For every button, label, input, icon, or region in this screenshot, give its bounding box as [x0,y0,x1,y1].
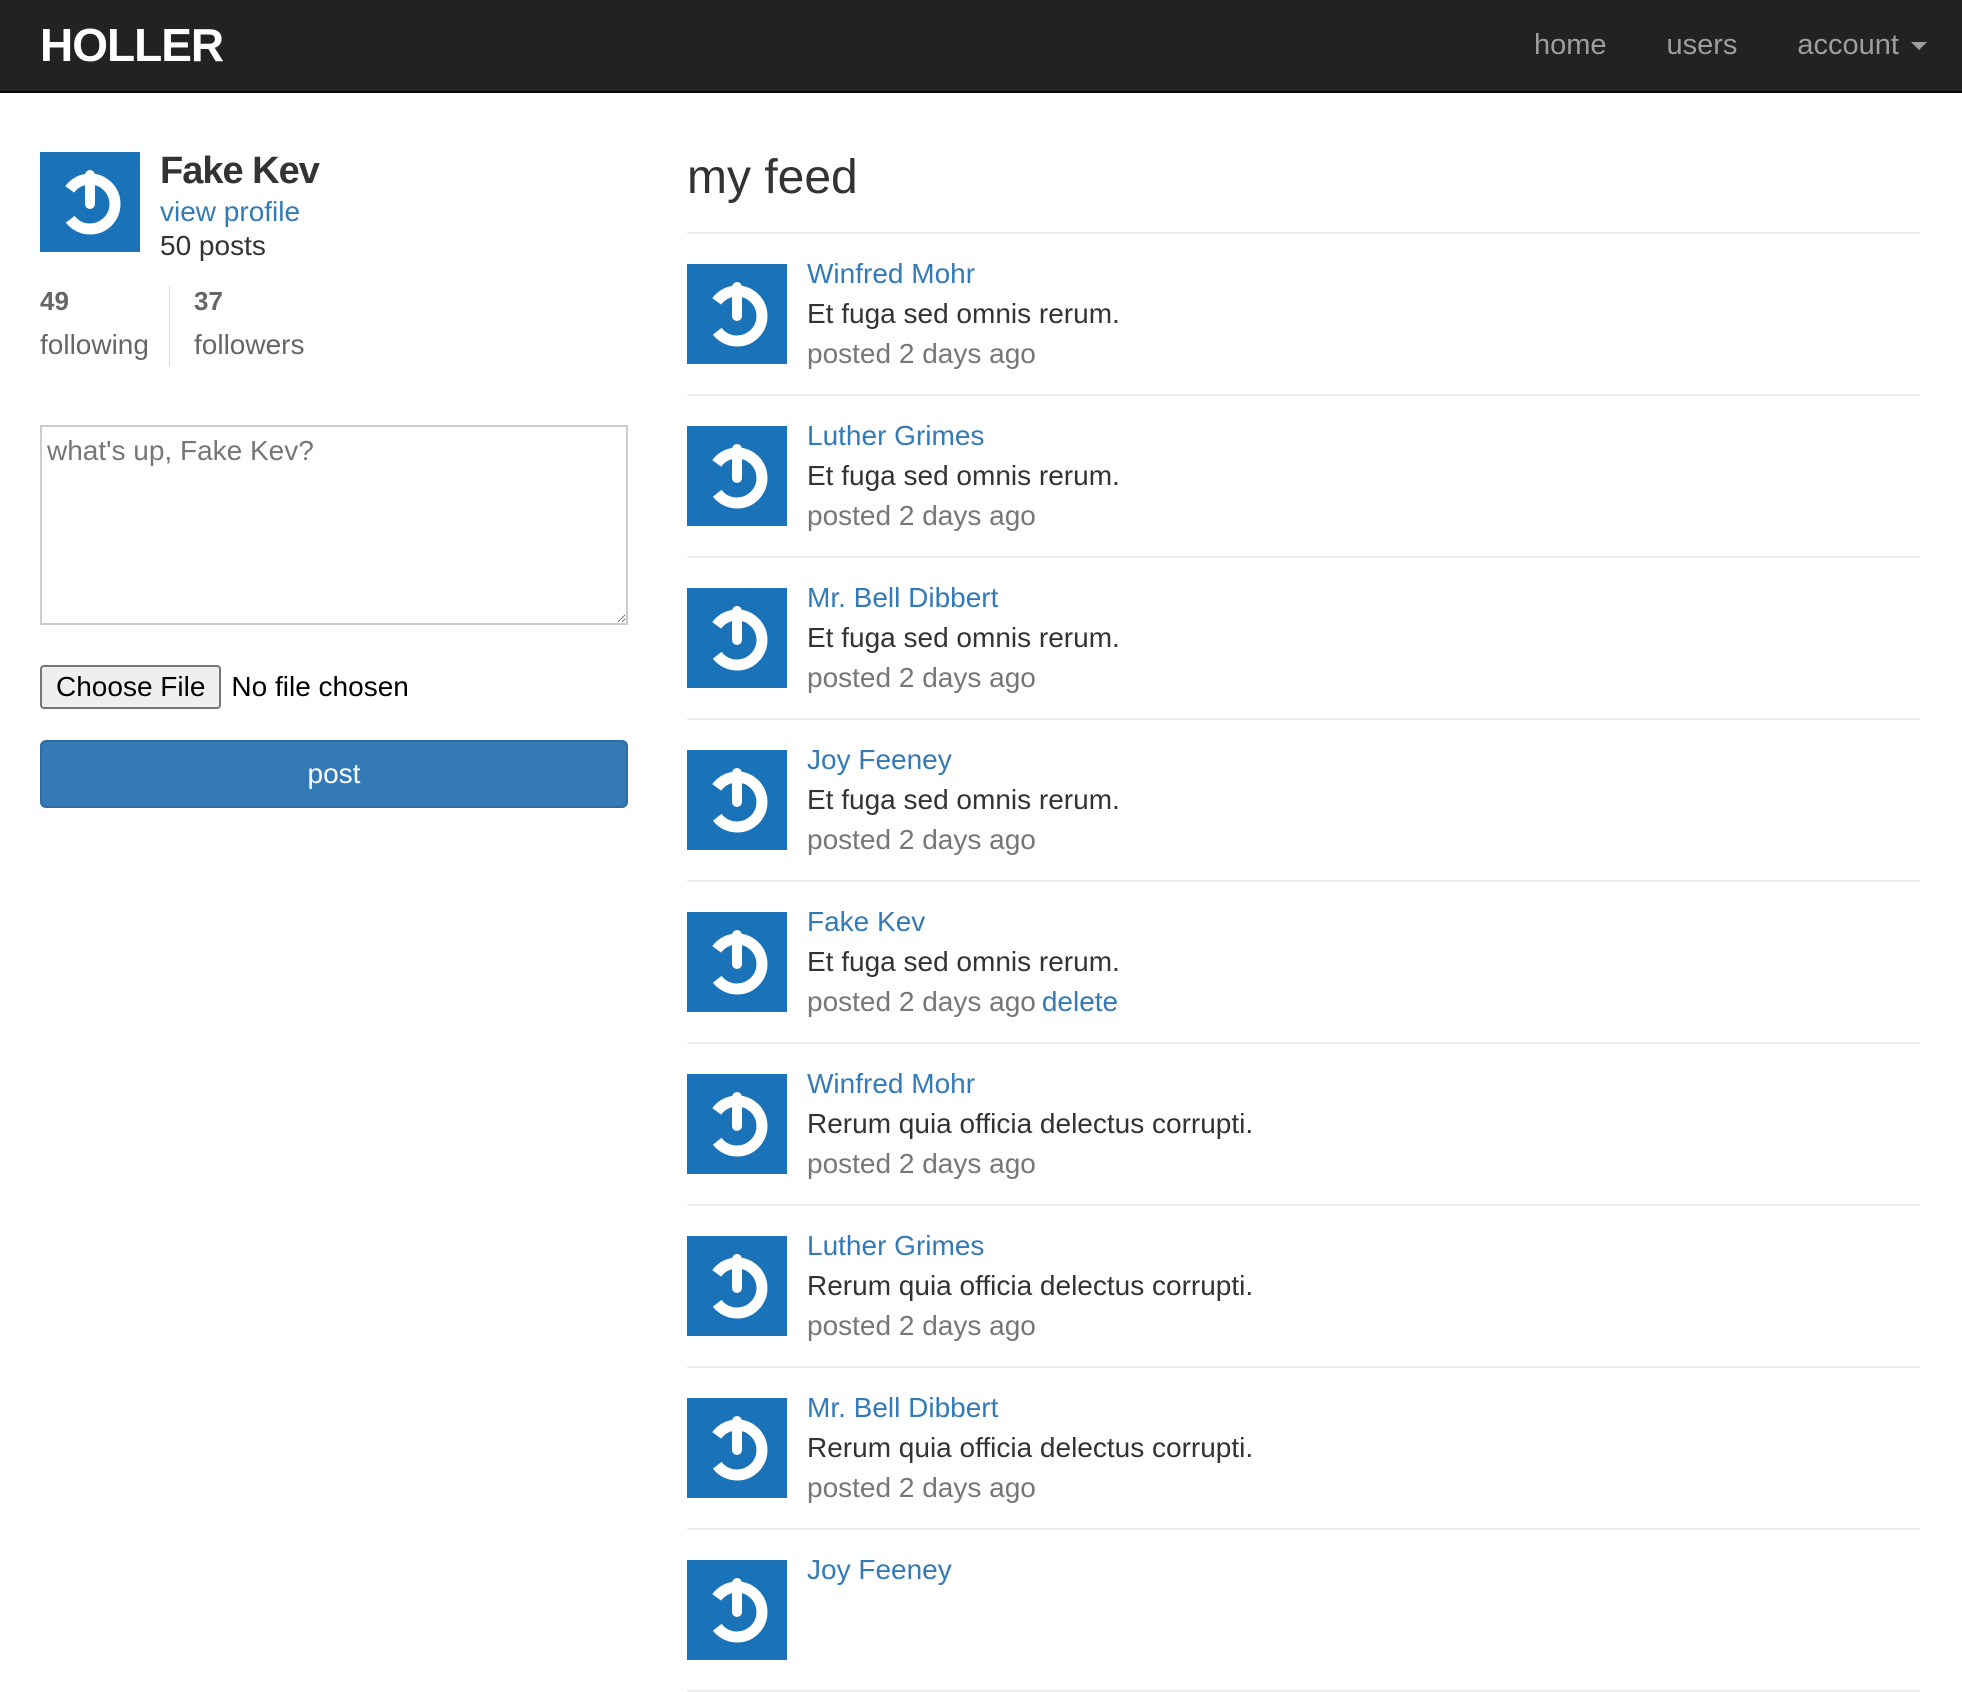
brand-logo[interactable]: HOLLER [40,18,224,72]
avatar[interactable] [687,1560,787,1660]
feed-item-content: Rerum quia officia delectus corrupti. [807,1270,1254,1301]
feed-item-timestamp: posted 2 days ago [807,338,1036,369]
avatar[interactable] [687,264,787,364]
feed-item: Mr. Bell Dibbert Rerum quia officia dele… [687,1368,1920,1530]
file-upload-row: Choose File No file chosen [40,665,409,709]
power-icon [706,1578,768,1643]
nav-users-link[interactable]: users [1667,29,1738,62]
avatar[interactable] [687,1398,787,1498]
feed-item: Luther Grimes Rerum quia officia delectu… [687,1206,1920,1368]
choose-file-button[interactable]: Choose File [40,665,222,709]
avatar[interactable] [687,426,787,526]
feed-item-author[interactable]: Joy Feeney [807,1554,952,1586]
feed-item-author[interactable]: Winfred Mohr [807,1068,975,1100]
user-stats: 49 following 37 followers [40,286,628,376]
avatar[interactable] [687,1074,787,1174]
feed-item-author[interactable]: Mr. Bell Dibbert [807,582,998,614]
post-count: 50 posts [160,230,266,261]
user-name: Fake Kev [160,150,320,192]
feed: my feed Winfred Mohr Et fuga sed omnis r… [687,150,1920,1692]
avatar[interactable] [687,588,787,688]
feed-item-timestamp: posted 2 days ago [807,1310,1036,1341]
nav-account-dropdown[interactable]: account [1797,29,1927,62]
feed-item: Luther Grimes Et fuga sed omnis rerum. p… [687,396,1920,558]
feed-item: Joy Feeney Et fuga sed omnis rerum. post… [687,720,1920,882]
feed-item-timestamp: posted 2 days ago [807,986,1036,1017]
feed-item-author[interactable]: Luther Grimes [807,1230,984,1262]
power-icon [706,1092,768,1157]
following-count: 49 [40,286,69,316]
power-icon [59,170,121,235]
power-icon [706,768,768,833]
feed-item-timestamp: posted 2 days ago [807,1472,1036,1503]
following-stat[interactable]: 49 following [40,286,170,366]
feed-item-author[interactable]: Joy Feeney [807,744,952,776]
feed-item: Winfred Mohr Rerum quia officia delectus… [687,1044,1920,1206]
power-icon [706,282,768,347]
avatar[interactable] [40,152,140,252]
feed-item-timestamp: posted 2 days ago [807,1148,1036,1179]
feed-item-author[interactable]: Mr. Bell Dibbert [807,1392,998,1424]
power-icon [706,606,768,671]
feed-item-content: Rerum quia officia delectus corrupti. [807,1432,1254,1463]
feed-item: Fake Kev Et fuga sed omnis rerum. posted… [687,882,1920,1044]
post-button[interactable]: post [40,740,628,808]
power-icon [706,930,768,995]
power-icon [706,444,768,509]
view-profile-link[interactable]: view profile [160,196,300,228]
followers-count: 37 [194,286,223,316]
nav-links: home users account [1474,0,1927,90]
avatar[interactable] [687,1236,787,1336]
power-icon [706,1416,768,1481]
feed-item-author[interactable]: Luther Grimes [807,420,984,452]
user-info: Fake Kev view profile 50 posts [40,150,628,261]
followers-stat[interactable]: 37 followers [194,286,304,361]
avatar[interactable] [687,750,787,850]
feed-item-content: Et fuga sed omnis rerum. [807,622,1120,653]
feed-item-meta: posted 2 days ago delete [807,986,1118,1018]
power-icon [706,1254,768,1319]
feed-item-author[interactable]: Winfred Mohr [807,258,975,290]
file-status: No file chosen [231,671,409,702]
feed-item: Joy Feeney [687,1530,1920,1692]
feed-item-timestamp: posted 2 days ago [807,500,1036,531]
feed-item-content: Rerum quia officia delectus corrupti. [807,1108,1254,1139]
feed-item: Mr. Bell Dibbert Et fuga sed omnis rerum… [687,558,1920,720]
nav-account-label: account [1797,28,1899,61]
feed-item-content: Et fuga sed omnis rerum. [807,784,1120,815]
feed-item: Winfred Mohr Et fuga sed omnis rerum. po… [687,234,1920,396]
compose-textarea[interactable] [40,425,628,625]
avatar[interactable] [687,912,787,1012]
feed-item-timestamp: posted 2 days ago [807,662,1036,693]
feed-item-content: Et fuga sed omnis rerum. [807,946,1120,977]
delete-post-link[interactable]: delete [1042,986,1118,1017]
feed-title: my feed [687,150,1920,234]
nav-home-link[interactable]: home [1534,29,1607,62]
feed-item-author[interactable]: Fake Kev [807,906,925,938]
feed-item-content: Et fuga sed omnis rerum. [807,460,1120,491]
following-label: following [40,329,149,360]
top-navbar: HOLLER home users account [0,0,1962,93]
sidebar: Fake Kev view profile 50 posts 49 follow… [40,150,628,808]
feed-item-timestamp: posted 2 days ago [807,824,1036,855]
feed-list: Winfred Mohr Et fuga sed omnis rerum. po… [687,234,1920,1692]
caret-down-icon [1911,41,1927,50]
feed-item-content: Et fuga sed omnis rerum. [807,298,1120,329]
followers-label: followers [194,329,305,360]
